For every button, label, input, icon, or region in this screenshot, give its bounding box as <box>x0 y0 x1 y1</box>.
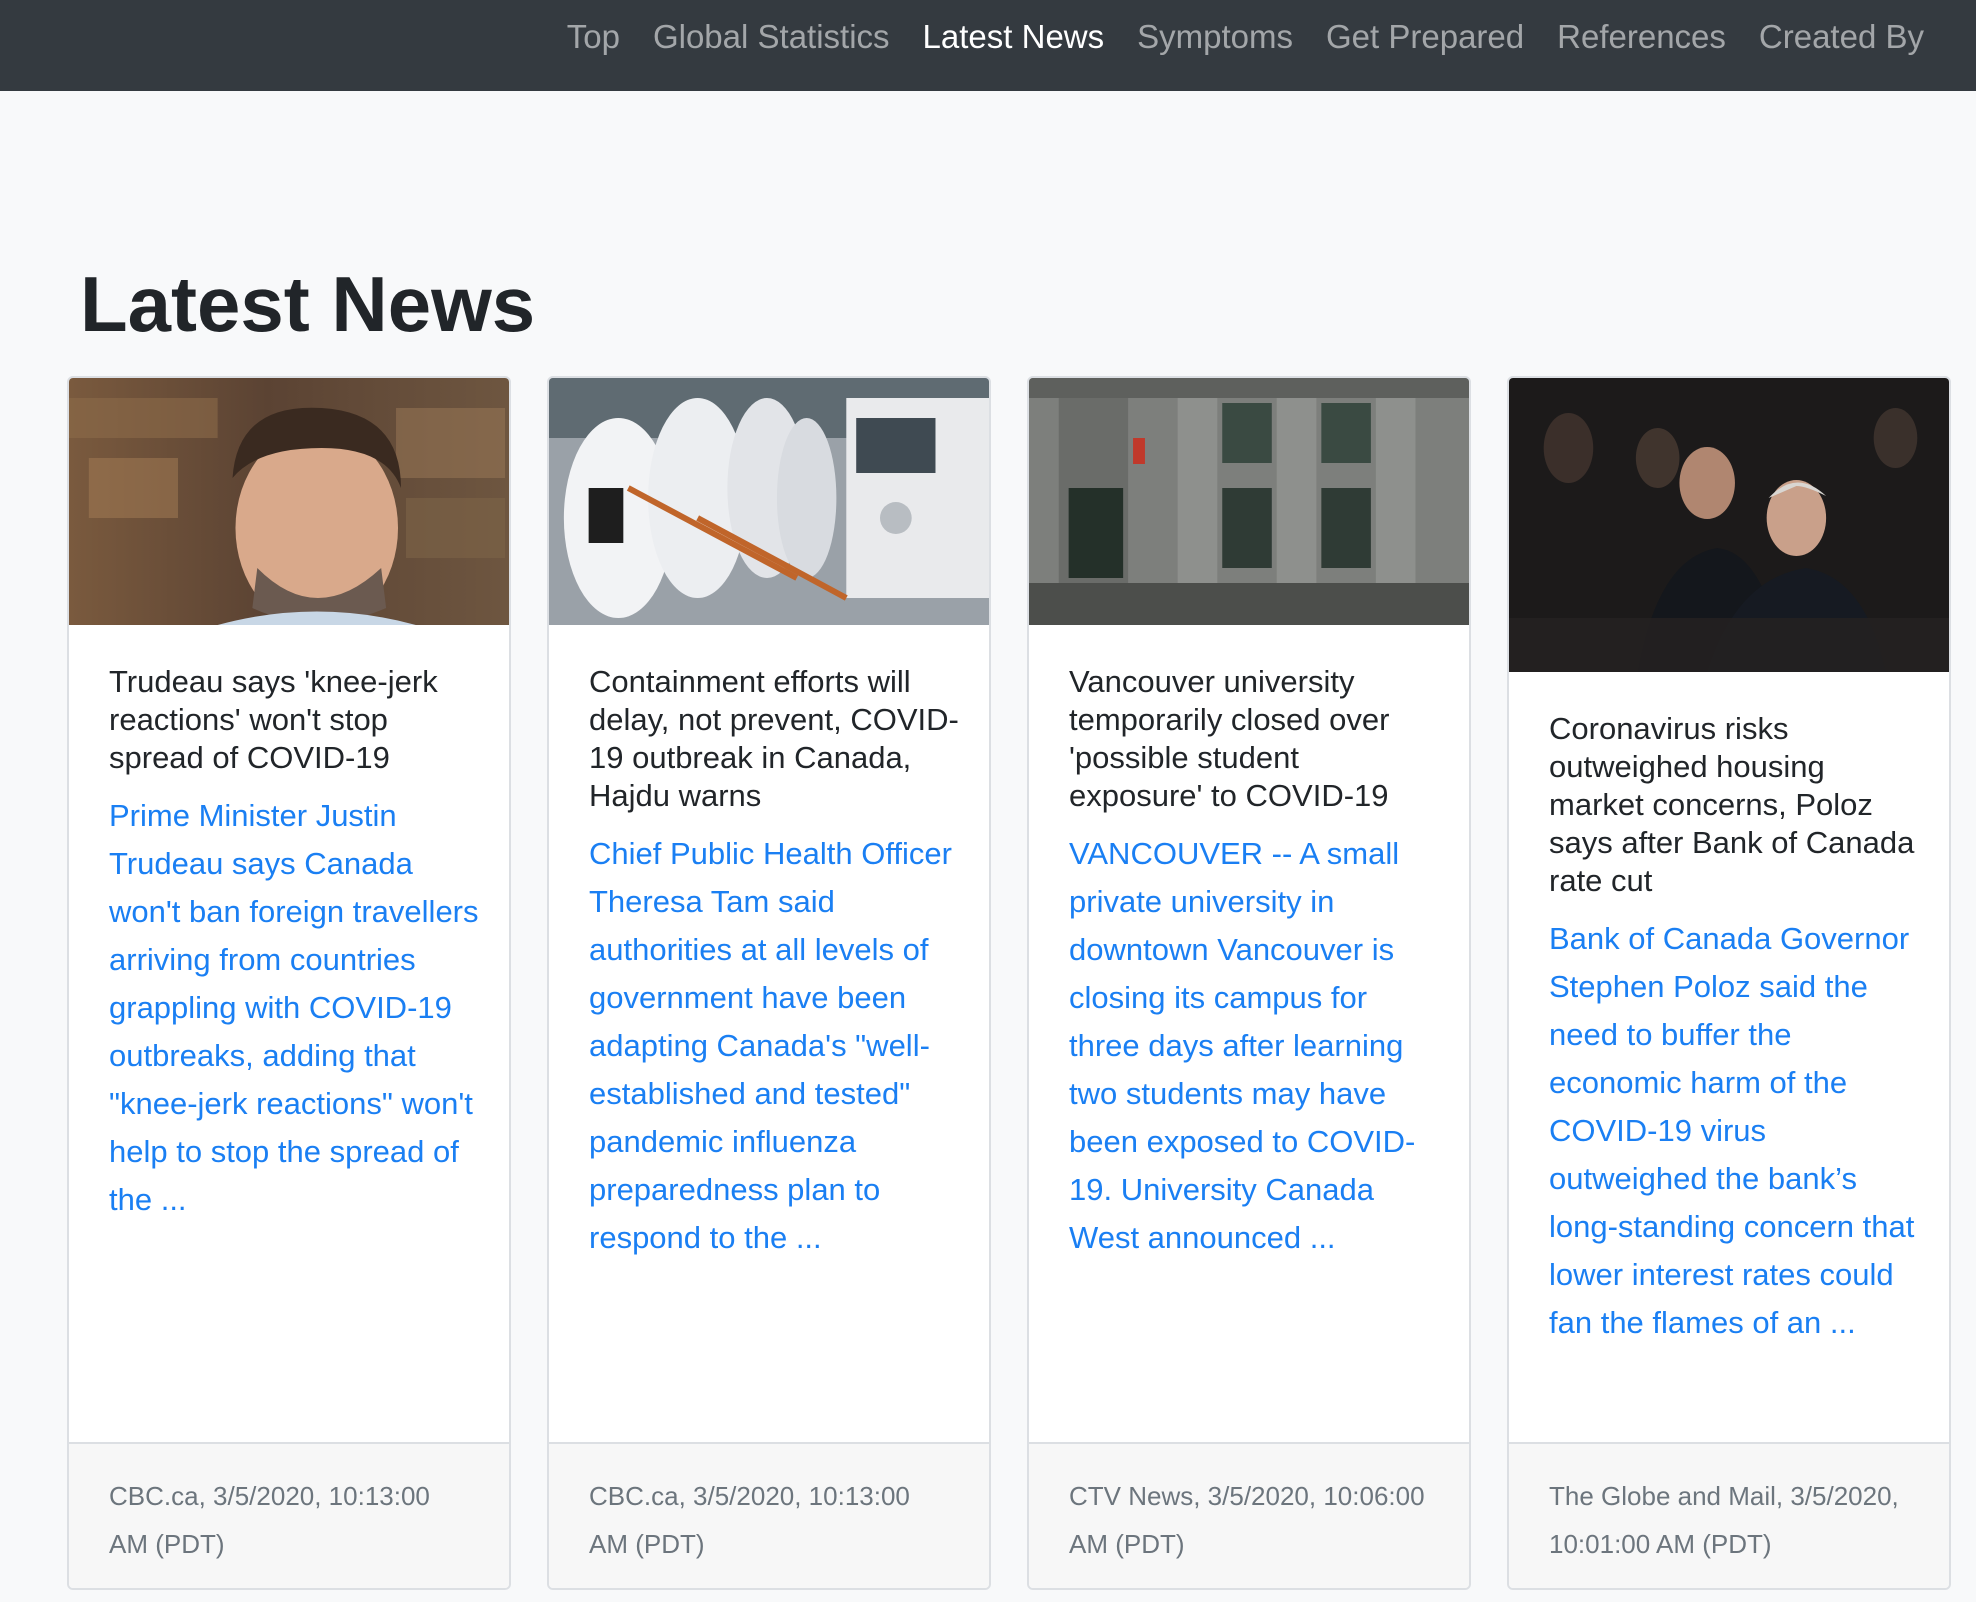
news-card-title: Vancouver university temporarily closed … <box>1069 664 1390 813</box>
nav-menu: Top Global Statistics Latest News Sympto… <box>534 0 1924 74</box>
nav-link-latest-news[interactable]: Latest News <box>923 18 1105 56</box>
news-card-body: Trudeau says 'knee-jerk reactions' won't… <box>109 663 479 1224</box>
news-photo-poloz-event[interactable] <box>1509 378 1949 672</box>
news-card: Coronavirus risks outweighed housing mar… <box>1507 376 1951 1590</box>
nav-link-created-by[interactable]: Created By <box>1759 18 1924 56</box>
news-card-footer: CBC.ca, 3/5/2020, 10:13:00 AM (PDT) <box>549 1442 989 1588</box>
news-photo-trudeau[interactable] <box>69 378 509 625</box>
news-card-body: Containment efforts will delay, not prev… <box>589 663 959 1262</box>
news-card-footer: CBC.ca, 3/5/2020, 10:13:00 AM (PDT) <box>69 1442 509 1588</box>
news-card: Trudeau says 'knee-jerk reactions' won't… <box>67 376 511 1590</box>
nav-link-symptoms[interactable]: Symptoms <box>1137 18 1293 56</box>
page-title: Latest News <box>80 260 536 348</box>
news-card-body: Coronavirus risks outweighed housing mar… <box>1549 710 1919 1347</box>
news-card-list: Trudeau says 'knee-jerk reactions' won't… <box>67 376 1952 1590</box>
news-card: Vancouver university temporarily closed … <box>1027 376 1471 1590</box>
news-card-footer: The Globe and Mail, 3/5/2020, 10:01:00 A… <box>1509 1442 1949 1588</box>
news-photo-university-building[interactable] <box>1029 378 1469 625</box>
news-photo-hazmat-workers[interactable] <box>549 378 989 625</box>
news-card-summary-link[interactable]: Chief Public Health Officer Theresa Tam … <box>589 830 959 1262</box>
nav-link-get-prepared[interactable]: Get Prepared <box>1326 18 1524 56</box>
nav-link-global-statistics[interactable]: Global Statistics <box>653 18 890 56</box>
top-navbar: Top Global Statistics Latest News Sympto… <box>0 0 1976 91</box>
news-card-footer: CTV News, 3/5/2020, 10:06:00 AM (PDT) <box>1029 1442 1469 1588</box>
news-card-title: Trudeau says 'knee-jerk reactions' won't… <box>109 664 438 775</box>
news-card-body: Vancouver university temporarily closed … <box>1069 663 1439 1262</box>
nav-link-references[interactable]: References <box>1557 18 1726 56</box>
news-card-summary-link[interactable]: Bank of Canada Governor Stephen Poloz sa… <box>1549 915 1919 1347</box>
news-card: Containment efforts will delay, not prev… <box>547 376 991 1590</box>
news-card-summary-link[interactable]: Prime Minister Justin Trudeau says Canad… <box>109 792 479 1224</box>
news-card-title: Containment efforts will delay, not prev… <box>589 664 959 813</box>
news-card-summary-link[interactable]: VANCOUVER -- A small private university … <box>1069 830 1439 1262</box>
nav-link-top[interactable]: Top <box>567 18 620 56</box>
news-card-title: Coronavirus risks outweighed housing mar… <box>1549 711 1915 898</box>
